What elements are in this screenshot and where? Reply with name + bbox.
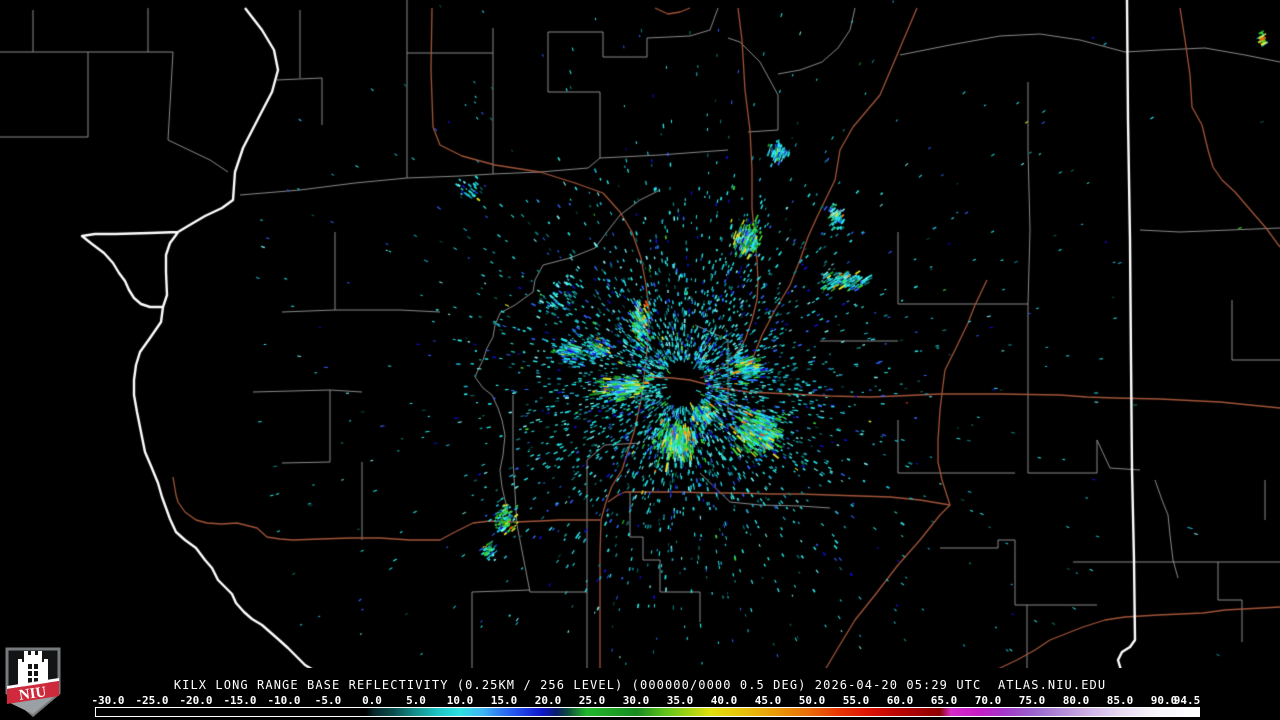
colorbar-tick: -20.0 [179, 694, 213, 707]
colorbar-tick: 5.0 [406, 694, 426, 707]
colorbar-tick: 50.0 [798, 694, 826, 707]
colorbar-gradient [95, 707, 1200, 717]
colorbar-tick: 70.0 [974, 694, 1002, 707]
footer-bar: KILX LONG RANGE BASE REFLECTIVITY (0.25K… [0, 647, 1280, 720]
radar-viewer: KILX LONG RANGE BASE REFLECTIVITY (0.25K… [0, 0, 1280, 720]
colorbar-tick: 25.0 [578, 694, 606, 707]
colorbar-tick: 20.0 [534, 694, 562, 707]
colorbar-tick: 35.0 [666, 694, 694, 707]
colorbar-tick: -30.0 [91, 694, 125, 707]
colorbar-tick: 45.0 [754, 694, 782, 707]
colorbar-tick: 65.0 [930, 694, 958, 707]
colorbar-tick: 40.0 [710, 694, 738, 707]
colorbar-tick: 75.0 [1018, 694, 1046, 707]
colorbar-tick: 30.0 [622, 694, 650, 707]
colorbar-tick: -15.0 [223, 694, 257, 707]
niu-logo: NIU [5, 647, 61, 717]
colorbar-tick: -10.0 [267, 694, 301, 707]
radar-map-canvas [0, 0, 1280, 720]
colorbar-tick: 80.0 [1062, 694, 1090, 707]
colorbar-tick: 60.0 [886, 694, 914, 707]
colorbar-tick: 15.0 [490, 694, 518, 707]
colorbar-tick: 55.0 [842, 694, 870, 707]
colorbar-tick-labels: -30.0 -25.0 -20.0 -15.0 -10.0 -5.0 0.0 5.0 10.0 1… [0, 694, 1280, 707]
colorbar-tick: 0.0 [362, 694, 382, 707]
colorbar-tick: 94.5 [1173, 694, 1201, 707]
product-title: KILX LONG RANGE BASE REFLECTIVITY (0.25K… [173, 678, 1107, 692]
colorbar-tick: 10.0 [446, 694, 474, 707]
colorbar-tick: -25.0 [135, 694, 169, 707]
colorbar-tick: -5.0 [314, 694, 342, 707]
colorbar-tick: 85.0 [1106, 694, 1134, 707]
